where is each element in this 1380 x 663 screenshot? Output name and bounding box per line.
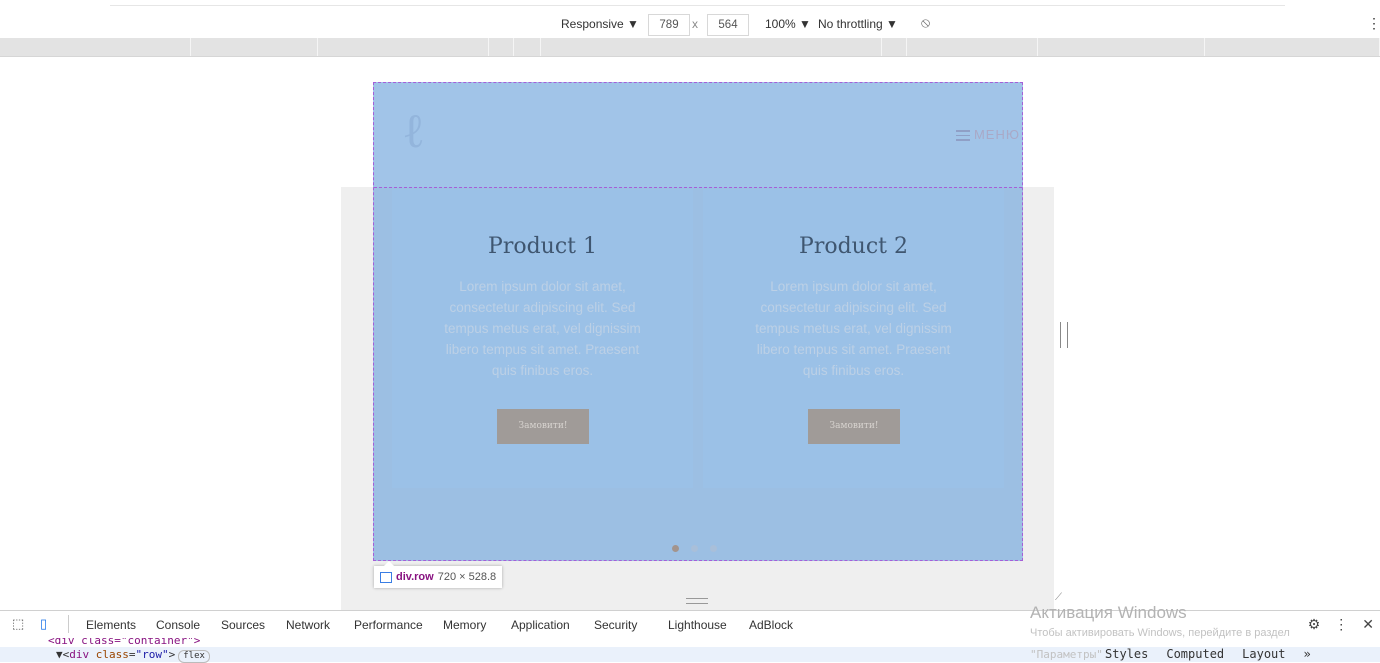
product-card: Product 1 Lorem ipsum dolor sit amet, co… (392, 189, 693, 488)
tab-application[interactable]: Application (511, 618, 570, 632)
order-button[interactable]: Замовити! (497, 409, 589, 444)
devtools-right-icons: ⚙ ⋮ ✕ (1294, 616, 1374, 633)
browser-top-strip (0, 0, 1380, 10)
tab-adblock[interactable]: AdBlock (749, 618, 793, 632)
carousel-dots (672, 541, 729, 555)
carousel-dot[interactable] (710, 545, 717, 552)
media-query-segment[interactable] (0, 38, 191, 56)
windows-activation-title: Активация Windows (1030, 603, 1187, 622)
tab-memory[interactable]: Memory (443, 618, 486, 632)
dom-attr: class (95, 648, 129, 661)
device-toggle-icon[interactable]: ▯ (40, 616, 54, 631)
product-title: Product 1 (488, 234, 597, 259)
height-input[interactable]: 564 (707, 14, 749, 36)
more-vertical-icon[interactable]: ⋮ (1334, 616, 1348, 632)
media-query-segment[interactable] (191, 38, 318, 56)
media-query-segment[interactable] (489, 38, 514, 56)
width-input[interactable]: 789 (648, 14, 690, 36)
corner-resize-icon[interactable]: ⟋ (1055, 592, 1065, 603)
tab-elements[interactable]: Elements (86, 618, 136, 632)
header-divider (374, 187, 1022, 188)
toolbar-divider (68, 615, 69, 633)
product-description: Lorem ipsum dolor sit amet, consectetur … (444, 279, 641, 378)
tab-sources[interactable]: Sources (221, 618, 265, 632)
zoom-select[interactable]: 100% ▼ (765, 17, 811, 31)
dom-line-container[interactable]: <div class="container"> (48, 638, 200, 646)
media-query-segment[interactable] (1205, 38, 1380, 56)
menu-label: МЕНЮ (973, 127, 1020, 142)
bottom-resize-handle[interactable] (686, 598, 708, 604)
inspector-tooltip: div.row 720 × 528.8 (374, 561, 503, 588)
device-toolbar: Responsive ▼ 789 x 564 100% ▼ No throttl… (0, 10, 1380, 38)
tab-network[interactable]: Network (286, 618, 330, 632)
windows-activation-text: Чтобы активировать Windows, перейдите в … (1030, 627, 1290, 639)
tab-styles[interactable]: Styles (1105, 647, 1148, 661)
device-select[interactable]: Responsive ▼ (561, 17, 639, 31)
carousel-dot[interactable] (691, 545, 698, 552)
rotate-icon[interactable]: ⦸ (921, 14, 930, 31)
settings-icon[interactable]: ⚙ (1308, 616, 1321, 632)
address-bar-outline (110, 5, 1285, 6)
product-card: Product 2 Lorem ipsum dolor sit amet, co… (703, 189, 1004, 488)
dom-tag-close: > (168, 648, 176, 661)
carousel-dot[interactable] (672, 545, 679, 552)
expand-arrow[interactable]: ▼< (56, 648, 69, 661)
more-vertical-icon[interactable]: ⋮ (1367, 15, 1380, 32)
dom-line-row-selected[interactable]: ▼<div class="row"> flex "Параметры". Styl… (0, 647, 1380, 663)
grid-icon (380, 571, 392, 583)
dimension-times: x (692, 17, 698, 31)
media-query-segment[interactable] (318, 38, 489, 56)
inspect-element-icon[interactable]: ⬚ (12, 616, 26, 631)
media-query-segment[interactable] (907, 38, 1038, 56)
row-highlight-overlay: ℓ МЕНЮ Product 1 Lorem ipsum dolor sit a… (373, 82, 1023, 561)
tab-computed[interactable]: Computed (1166, 647, 1224, 661)
media-query-segment[interactable] (882, 38, 907, 56)
close-icon[interactable]: ✕ (1362, 616, 1374, 632)
flex-badge[interactable]: flex (178, 650, 210, 663)
media-query-segment[interactable] (514, 38, 541, 56)
tab-performance[interactable]: Performance (354, 618, 423, 632)
more-tabs-icon[interactable]: » (1304, 647, 1311, 661)
product-title: Product 2 (799, 234, 908, 259)
media-query-bar[interactable] (0, 38, 1380, 57)
viewport-resize-handle[interactable] (1060, 322, 1068, 348)
product-description: Lorem ipsum dolor sit amet, consectetur … (755, 279, 952, 378)
media-query-segment[interactable] (541, 38, 882, 56)
windows-activation-text: "Параметры". (1030, 648, 1110, 661)
tooltip-size: 720 × 528.8 (437, 571, 497, 583)
tab-lighthouse[interactable]: Lighthouse (668, 618, 727, 632)
media-query-segment[interactable] (1038, 38, 1205, 56)
menu-button[interactable]: МЕНЮ (955, 127, 1020, 144)
devtools-tabbar: ⬚ ▯ Elements Console Sources Network Per… (0, 603, 1380, 639)
dom-tag: div (69, 648, 90, 661)
tab-layout[interactable]: Layout (1242, 647, 1285, 661)
dom-attr-value: "row" (135, 648, 169, 661)
devtools-panel: ⬚ ▯ Elements Console Sources Network Per… (0, 603, 1380, 663)
throttling-select[interactable]: No throttling ▼ (818, 17, 898, 31)
order-button[interactable]: Замовити! (808, 409, 900, 444)
styles-pane-tabs: Styles Computed Layout » (1105, 647, 1329, 662)
tooltip-selector: div.row (396, 571, 434, 583)
hamburger-icon (955, 127, 970, 144)
tab-console[interactable]: Console (156, 618, 200, 632)
logo-icon[interactable]: ℓ (402, 103, 444, 159)
tab-security[interactable]: Security (594, 618, 637, 632)
